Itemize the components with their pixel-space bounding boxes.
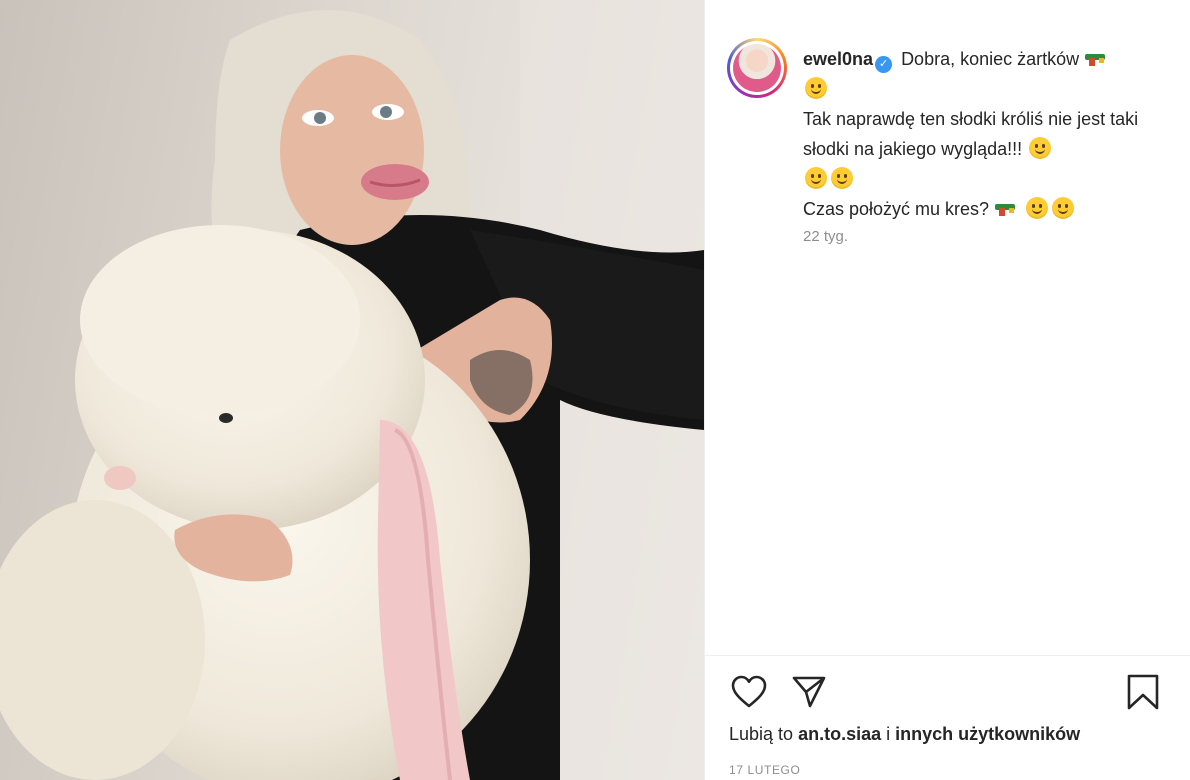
yum-emoji-icon xyxy=(1029,137,1052,159)
bookmark-icon xyxy=(1127,674,1159,710)
liker-username-link[interactable]: an.to.siaa xyxy=(798,724,881,744)
zany-face-emoji-icon xyxy=(831,167,853,189)
verified-badge-icon: ✓ xyxy=(875,56,893,73)
username-link[interactable]: ewel0na xyxy=(803,49,873,69)
share-button[interactable] xyxy=(789,672,829,712)
like-button[interactable] xyxy=(729,672,769,712)
likes-summary: Lubią to an.to.siaa i innych użytkownikó… xyxy=(729,724,1080,745)
save-button[interactable] xyxy=(1123,672,1163,712)
caption-line-2: Tak naprawdę ten słodki króliś nie jest … xyxy=(803,109,1139,159)
action-bar xyxy=(705,672,1190,712)
water-pistol-emoji-icon xyxy=(1085,52,1109,66)
post-photo[interactable] xyxy=(0,0,704,780)
heart-icon xyxy=(731,675,767,708)
avatar[interactable] xyxy=(733,44,781,92)
paper-plane-icon xyxy=(792,676,826,708)
divider xyxy=(705,655,1190,656)
likes-others-link[interactable]: innych użytkowników xyxy=(895,724,1080,744)
post-date[interactable]: 17 LUTEGO xyxy=(729,763,800,777)
avatar-border xyxy=(730,41,784,95)
grinning-sweat-emoji-icon xyxy=(1026,197,1049,219)
caption-line-3: Czas położyć mu kres? xyxy=(803,199,990,219)
likes-connector: i xyxy=(886,724,891,744)
post-time-ago[interactable]: 22 tyg. xyxy=(803,228,848,245)
instagram-post: ewel0na ✓ Dobra, koniec żartków Tak napra… xyxy=(0,0,1190,780)
post-side-panel: ewel0na ✓ Dobra, koniec żartków Tak napra… xyxy=(704,0,1190,780)
smirk-emoji-icon xyxy=(805,167,827,189)
rofl-emoji-icon xyxy=(1052,197,1075,219)
post-caption: ewel0na ✓ Dobra, koniec żartków Tak napra… xyxy=(803,44,1153,224)
likes-prefix: Lubią to xyxy=(729,724,794,744)
smirk-emoji-icon xyxy=(805,77,827,99)
caption-line-1: Dobra, koniec żartków xyxy=(901,49,1080,69)
post-photo-illustration xyxy=(0,0,704,780)
story-ring[interactable] xyxy=(727,38,787,98)
water-pistol-emoji-icon xyxy=(995,202,1019,216)
